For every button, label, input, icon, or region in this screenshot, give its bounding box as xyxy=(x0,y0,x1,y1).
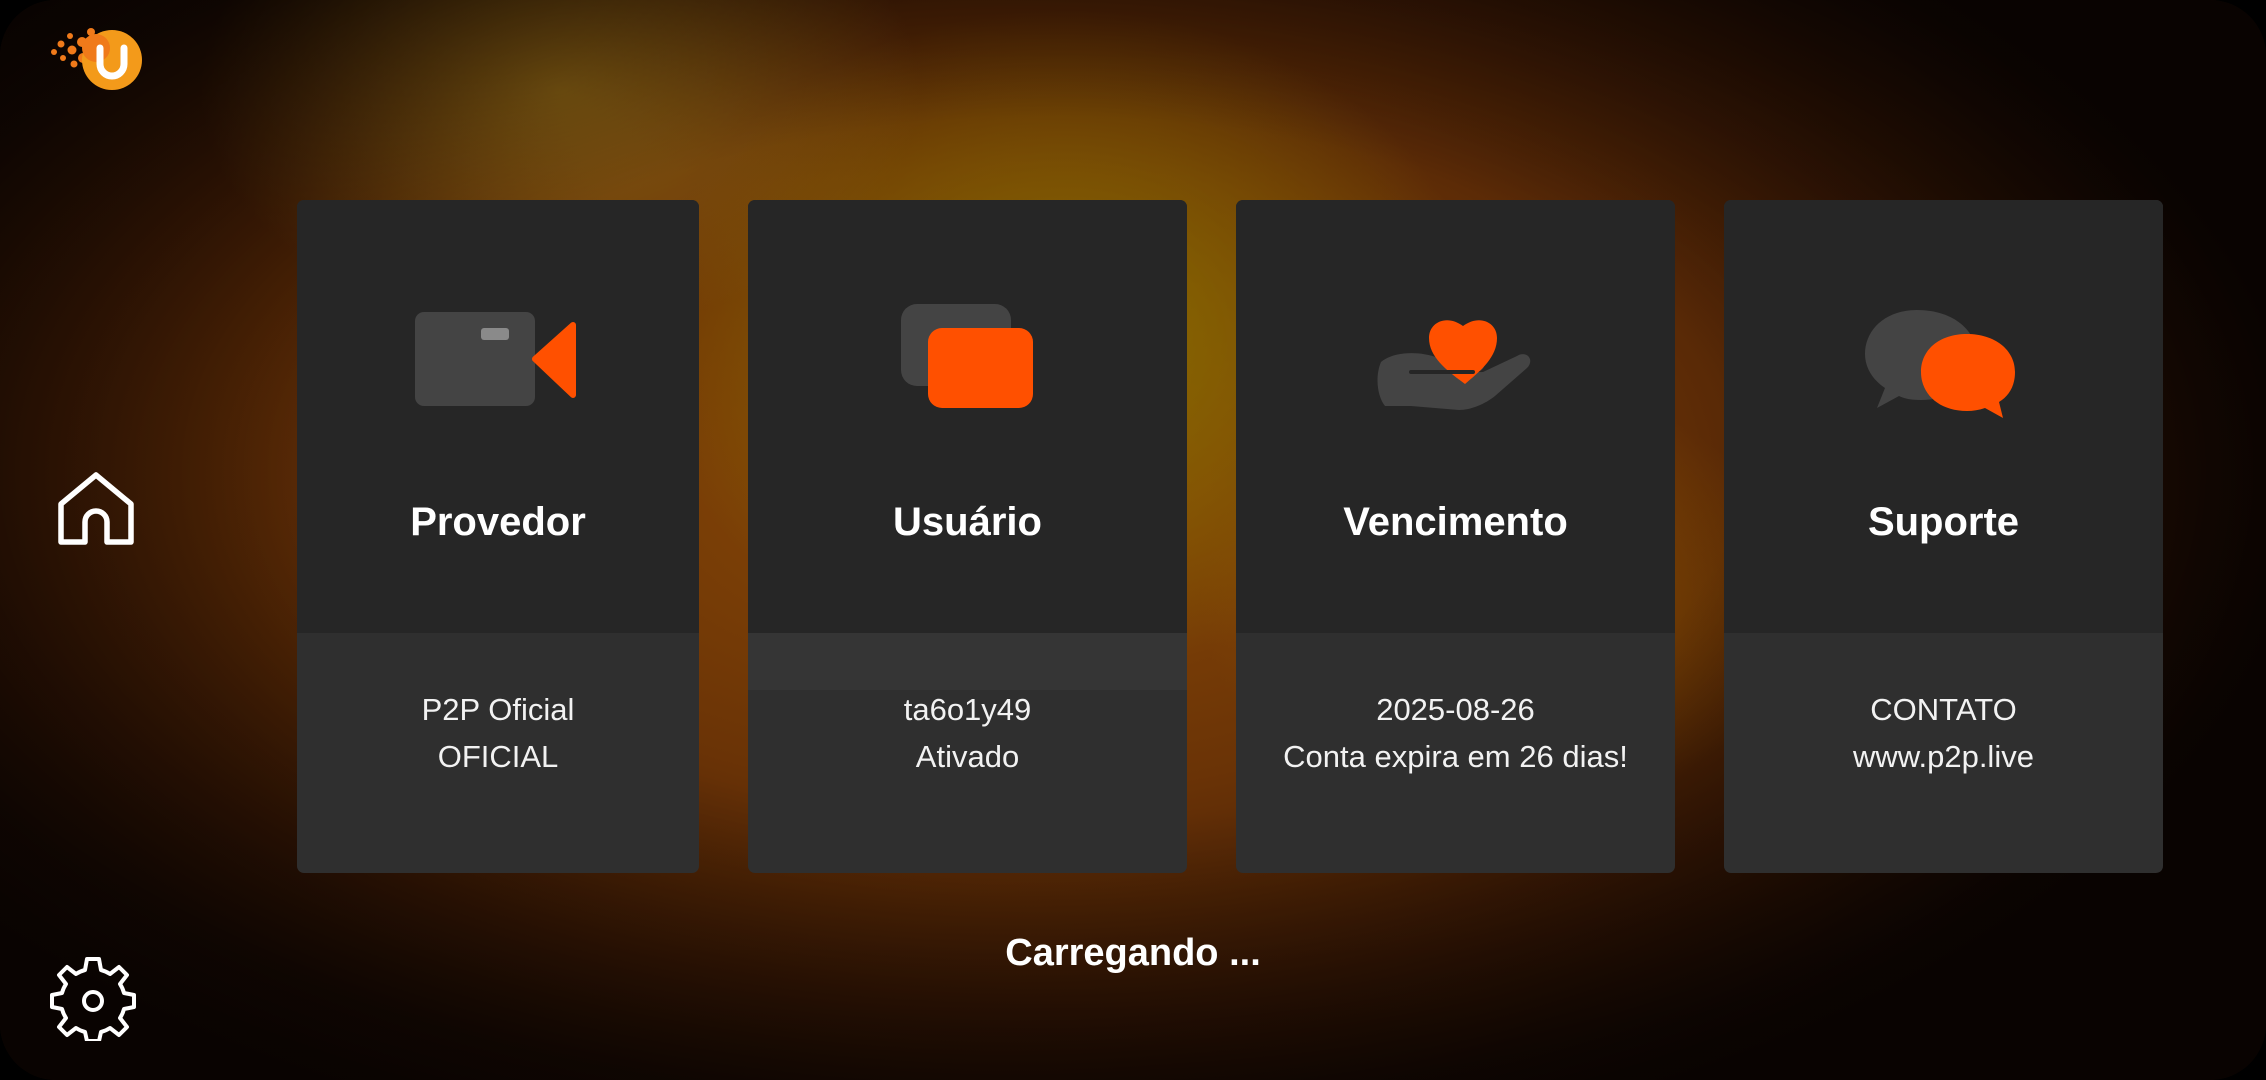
support-label: CONTATO xyxy=(1870,692,2017,727)
expiry-date: 2025-08-26 xyxy=(1376,692,1535,727)
home-icon[interactable] xyxy=(55,470,137,546)
card-title: Vencimento xyxy=(1343,500,1568,544)
card-title: Suporte xyxy=(1867,500,2020,544)
expiry-message: Conta expira em 26 dias! xyxy=(1283,739,1628,774)
username: ta6o1y49 xyxy=(903,692,1032,727)
loading-status: Carregando ... xyxy=(1005,932,1261,974)
card-header: Vencimento xyxy=(1236,200,1675,633)
provider-name: P2P Oficial xyxy=(421,692,575,727)
card-title: Provedor xyxy=(410,500,586,544)
support-website: www.p2p.live xyxy=(1853,739,2034,774)
card-usuario[interactable]: Usuário ta6o1y49 Ativado xyxy=(748,200,1187,873)
user-cards-icon xyxy=(900,304,1033,408)
card-header: Usuário xyxy=(748,200,1187,633)
heart-hand-icon xyxy=(1377,320,1530,410)
card-header: Provedor xyxy=(297,200,699,633)
account-status: Ativado xyxy=(915,739,1020,774)
video-camera-icon xyxy=(415,312,576,406)
home-screen: Provedor P2P Oficial OFICIAL Usuário ta6… xyxy=(0,0,2266,1080)
brand-logo-icon xyxy=(51,28,142,90)
card-header: Suporte xyxy=(1724,200,2163,633)
focus-highlight xyxy=(748,633,1187,690)
card-vencimento[interactable]: Vencimento 2025-08-26 Conta expira em 26… xyxy=(1236,200,1675,873)
card-title: Usuário xyxy=(893,500,1042,544)
provider-type: OFICIAL xyxy=(437,739,559,774)
card-suporte[interactable]: Suporte CONTATO www.p2p.live xyxy=(1724,200,2163,873)
chat-bubbles-icon xyxy=(1864,310,2015,418)
card-provedor[interactable]: Provedor P2P Oficial OFICIAL xyxy=(297,200,699,873)
